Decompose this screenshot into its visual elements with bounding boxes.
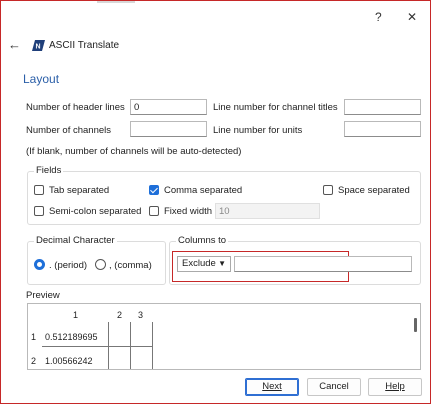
tab-separated-label[interactable]: Tab separated: [49, 185, 109, 196]
row-number-1: 1: [31, 332, 37, 342]
fixed-width-input: [215, 203, 320, 219]
period-label[interactable]: . (period): [49, 260, 87, 271]
grid-divider: [152, 322, 153, 369]
close-button[interactable]: ✕: [407, 10, 417, 24]
header-lines-input[interactable]: [130, 99, 207, 115]
comma-separated-checkbox[interactable]: [149, 185, 159, 195]
semicolon-separated-checkbox[interactable]: [34, 206, 44, 216]
fixed-width-label[interactable]: Fixed width: [164, 206, 212, 217]
grid-divider: [42, 346, 152, 347]
channels-input[interactable]: [130, 121, 207, 137]
comma-radio[interactable]: [95, 259, 106, 270]
units-label: Line number for units: [213, 125, 303, 136]
column-header-3: 3: [138, 310, 144, 320]
layout-section-title: Layout: [23, 72, 60, 86]
titlebar-decoration: [97, 1, 135, 3]
columns-to-title: Columns to: [176, 235, 229, 246]
next-button-label: Next: [262, 381, 282, 392]
columns-mode-dropdown[interactable]: Exclude ▼: [177, 256, 231, 272]
next-button[interactable]: Next: [245, 378, 299, 396]
channels-label: Number of channels: [26, 125, 112, 136]
ascii-translate-app-icon: N: [32, 40, 45, 51]
columns-mode-value: Exclude: [182, 258, 216, 269]
fixed-width-checkbox[interactable]: [149, 206, 159, 216]
units-input[interactable]: [344, 121, 421, 137]
column-header-1: 1: [73, 310, 79, 320]
space-separated-checkbox[interactable]: [323, 185, 333, 195]
preview-title: Preview: [26, 290, 60, 301]
preview-scrollbar[interactable]: [414, 318, 417, 332]
table-cell: 1.00566242: [45, 356, 93, 366]
comma-separated-label[interactable]: Comma separated: [164, 185, 242, 196]
cancel-button[interactable]: Cancel: [307, 378, 361, 396]
space-separated-label[interactable]: Space separated: [338, 185, 410, 196]
auto-detect-note: (If blank, number of channels will be au…: [26, 146, 242, 157]
decimal-character-title: Decimal Character: [34, 235, 117, 246]
help-title-button[interactable]: ?: [375, 10, 382, 24]
app-title: ASCII Translate: [49, 40, 120, 51]
cancel-button-label: Cancel: [319, 381, 349, 392]
tab-separated-checkbox[interactable]: [34, 185, 44, 195]
preview-grid[interactable]: 1 2 3 1 0.512189695 2 1.00566242: [27, 303, 421, 370]
fields-group-title: Fields: [34, 165, 64, 176]
chevron-down-icon: ▼: [218, 259, 226, 268]
back-arrow-icon[interactable]: ←: [8, 37, 21, 52]
help-button-label: Help: [385, 381, 405, 392]
svg-text:N: N: [36, 44, 41, 51]
header-lines-label: Number of header lines: [26, 102, 125, 113]
semicolon-separated-label[interactable]: Semi-colon separated: [49, 206, 141, 217]
dialog-window: ? ✕ ← N ASCII Translate Layout Number of…: [0, 0, 431, 404]
help-button[interactable]: Help: [368, 378, 422, 396]
channel-titles-input[interactable]: [344, 99, 421, 115]
row-number-2: 2: [31, 356, 37, 366]
comma-label[interactable]: , (comma): [109, 260, 152, 271]
column-header-2: 2: [117, 310, 123, 320]
period-radio[interactable]: [34, 259, 45, 270]
columns-input[interactable]: [234, 256, 412, 272]
table-cell: 0.512189695: [45, 332, 98, 342]
channel-titles-label: Line number for channel titles: [213, 102, 338, 113]
